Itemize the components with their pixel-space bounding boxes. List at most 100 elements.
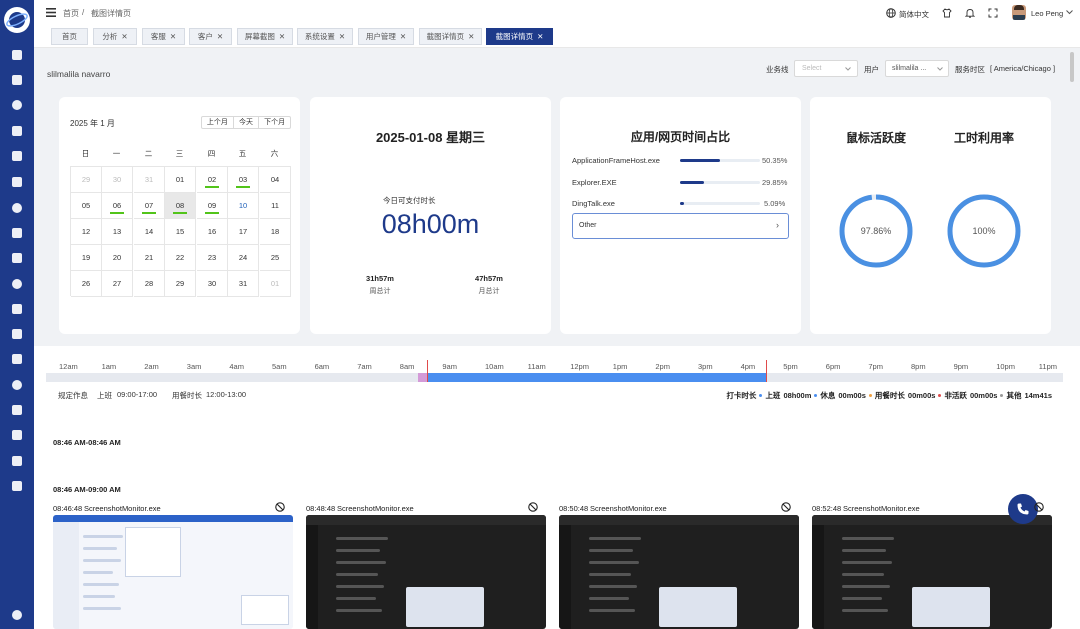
calendar-day[interactable]: 12 xyxy=(71,219,102,245)
breadcrumb-home[interactable]: 首页 xyxy=(63,8,79,19)
calendar-day-today[interactable]: 10 xyxy=(228,193,259,219)
calendar-day[interactable]: 31 xyxy=(228,271,259,297)
calendar-day[interactable]: 28 xyxy=(134,271,165,297)
user-focus-icon[interactable] xyxy=(0,172,34,192)
close-icon[interactable]: ✕ xyxy=(121,32,127,41)
prev-month-button[interactable]: 上个月 xyxy=(202,117,234,128)
screenshot-thumbnail[interactable] xyxy=(812,515,1052,629)
close-icon[interactable]: ✕ xyxy=(468,32,474,41)
globe-icon[interactable] xyxy=(886,8,896,18)
next-month-button[interactable]: 下个月 xyxy=(259,117,290,128)
calendar-day[interactable]: 23 xyxy=(197,245,228,271)
close-icon[interactable]: ✕ xyxy=(170,32,176,41)
calendar-day[interactable]: 07 xyxy=(134,193,165,219)
business-line-select[interactable]: Select xyxy=(794,60,858,77)
calendar-day[interactable]: 30 xyxy=(102,167,133,193)
fullscreen-icon[interactable] xyxy=(988,8,998,18)
calendar-day[interactable]: 16 xyxy=(197,219,228,245)
close-icon[interactable]: ✕ xyxy=(217,32,223,41)
scan-icon[interactable] xyxy=(0,324,34,344)
monitor-icon[interactable] xyxy=(0,70,34,90)
calendar-day[interactable]: 21 xyxy=(134,245,165,271)
calendar-day[interactable]: 29 xyxy=(165,271,196,297)
screenshot-thumbnail[interactable] xyxy=(559,515,799,629)
block-icon[interactable] xyxy=(275,502,285,512)
username[interactable]: Leo Peng xyxy=(1031,9,1063,18)
tab-screenshots[interactable]: 屏幕截图 ✕ xyxy=(237,28,293,45)
calendar-day[interactable]: 11 xyxy=(260,193,291,219)
calendar-day[interactable]: 02 xyxy=(197,167,228,193)
calendar-day[interactable]: 27 xyxy=(102,271,133,297)
page-scrollbar[interactable] xyxy=(1070,52,1074,82)
gear-icon[interactable] xyxy=(0,605,34,625)
org-chart-icon[interactable] xyxy=(0,400,34,420)
badge-icon[interactable] xyxy=(0,299,34,319)
calendar-day[interactable]: 19 xyxy=(71,245,102,271)
tab-screenshot-detail-active[interactable]: 截图详情页 ✕ xyxy=(486,28,553,45)
bell-icon[interactable] xyxy=(965,8,975,18)
calendar-day[interactable]: 24 xyxy=(228,245,259,271)
close-icon[interactable]: ✕ xyxy=(537,32,543,41)
close-icon[interactable]: ✕ xyxy=(400,32,406,41)
tab-analysis[interactable]: 分析 ✕ xyxy=(93,28,137,45)
menu-icon[interactable] xyxy=(46,8,56,17)
calendar-day[interactable]: 06 xyxy=(102,193,133,219)
screenshot-thumbnail[interactable] xyxy=(306,515,546,629)
close-icon[interactable]: ✕ xyxy=(339,32,345,41)
calendar-day[interactable]: 26 xyxy=(71,271,102,297)
screenshot-time: 08:46:48 xyxy=(53,504,83,513)
tab-screenshot-detail[interactable]: 截图详情页 ✕ xyxy=(419,28,482,45)
settings-circle-icon[interactable] xyxy=(0,375,34,395)
close-icon[interactable]: ✕ xyxy=(279,32,285,41)
calendar-day[interactable]: 01 xyxy=(165,167,196,193)
calendar-day[interactable]: 18 xyxy=(260,219,291,245)
calendar-day[interactable]: 09 xyxy=(197,193,228,219)
upload-icon[interactable] xyxy=(0,248,34,268)
block-icon[interactable] xyxy=(1034,502,1044,512)
block-icon[interactable] xyxy=(528,502,538,512)
archive-icon[interactable] xyxy=(0,476,34,496)
calendar-day[interactable]: 22 xyxy=(165,245,196,271)
calendar-day[interactable]: 04 xyxy=(260,167,291,193)
today-button[interactable]: 今天 xyxy=(234,117,260,128)
tab-home[interactable]: 首页 xyxy=(51,28,88,45)
phone-icon[interactable] xyxy=(0,121,34,141)
tab-user-management[interactable]: 用户管理 ✕ xyxy=(358,28,414,45)
team-icon[interactable] xyxy=(0,198,34,218)
chevron-down-icon[interactable] xyxy=(1066,10,1073,15)
other-apps-row[interactable]: Other › xyxy=(572,213,789,239)
calendar-day[interactable]: 14 xyxy=(134,219,165,245)
tab-customer-service[interactable]: 客服 ✕ xyxy=(142,28,185,45)
app-logo[interactable] xyxy=(4,7,30,33)
shirt-icon[interactable] xyxy=(942,8,952,18)
document-icon[interactable] xyxy=(0,146,34,166)
calendar-day-number: 02 xyxy=(207,175,217,184)
calendar-day[interactable]: 29 xyxy=(71,167,102,193)
calendar-day[interactable]: 01 xyxy=(260,271,291,297)
language-selector[interactable]: 简体中文 xyxy=(899,9,929,20)
home-icon[interactable] xyxy=(0,45,34,65)
calendar-day-selected[interactable]: 08 xyxy=(165,193,196,219)
block-icon[interactable] xyxy=(781,502,791,512)
tab-customers[interactable]: 客户 ✕ xyxy=(189,28,232,45)
chat-icon[interactable] xyxy=(0,95,34,115)
calendar-day[interactable]: 05 xyxy=(71,193,102,219)
image-icon[interactable] xyxy=(0,349,34,369)
user-select[interactable]: slilmalila ... xyxy=(885,60,949,77)
timeline-track[interactable] xyxy=(46,373,1063,382)
calendar-day[interactable]: 17 xyxy=(228,219,259,245)
pie-chart-icon[interactable] xyxy=(0,274,34,294)
screenshot-thumbnail[interactable] xyxy=(53,515,293,629)
tab-system-settings[interactable]: 系统设置 ✕ xyxy=(297,28,353,45)
calendar-day[interactable]: 20 xyxy=(102,245,133,271)
user-settings-icon[interactable] xyxy=(0,425,34,445)
calendar-day[interactable]: 25 xyxy=(260,245,291,271)
avatar[interactable] xyxy=(1012,5,1026,20)
calendar-day[interactable]: 03 xyxy=(228,167,259,193)
calendar-day[interactable]: 30 xyxy=(197,271,228,297)
calendar-day[interactable]: 31 xyxy=(134,167,165,193)
layers-icon[interactable] xyxy=(0,223,34,243)
book-icon[interactable] xyxy=(0,451,34,471)
calendar-day[interactable]: 15 xyxy=(165,219,196,245)
calendar-day[interactable]: 13 xyxy=(102,219,133,245)
